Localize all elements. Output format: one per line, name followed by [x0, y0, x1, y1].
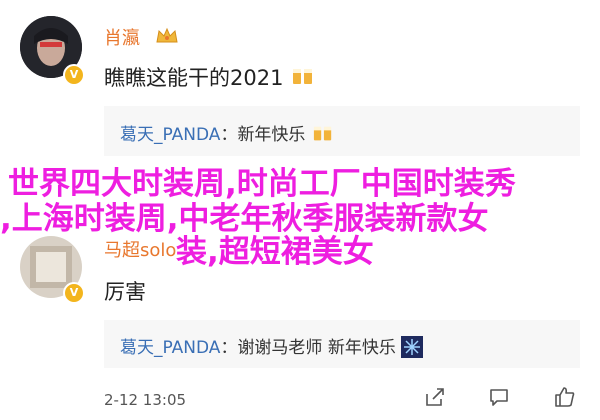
reply-text: 新年快乐 — [237, 125, 306, 145]
reply-box[interactable]: 葛天_PANDA：新年快乐 — [104, 106, 580, 156]
firework-emoji-icon — [400, 335, 423, 362]
overlay-title-line-3: 装,超短裙美女 — [176, 234, 374, 270]
crown-icon — [155, 27, 179, 49]
reply-line: 葛天_PANDA：谢谢马老师 新年快乐 — [120, 333, 423, 362]
like-icon[interactable] — [553, 385, 577, 413]
comment-username[interactable]: 马超solo — [104, 236, 176, 262]
comment-username[interactable]: 肖瀛 — [104, 24, 140, 50]
share-icon[interactable] — [424, 386, 446, 412]
cheers-emoji-icon — [290, 66, 316, 93]
reply-box[interactable]: 葛天_PANDA：谢谢马老师 新年快乐 — [104, 320, 580, 368]
reply-username[interactable]: 葛天_PANDA — [120, 125, 220, 145]
reply-username[interactable]: 葛天_PANDA — [120, 338, 220, 358]
reply-line: 葛天_PANDA：新年快乐 — [120, 120, 335, 148]
comment-text-content: 瞧瞧这能干的2021 — [104, 66, 284, 90]
comment-timestamp: 2-12 13:05 — [104, 391, 187, 409]
verified-badge-icon: V — [63, 282, 85, 304]
comment-text: 厉害 — [104, 280, 146, 304]
comment-text: 瞧瞧这能干的2021 — [104, 62, 316, 93]
reply-text: 谢谢马老师 新年快乐 — [237, 338, 396, 358]
verified-badge-icon: V — [63, 64, 85, 86]
comment-icon[interactable] — [488, 386, 510, 412]
overlay-title-line-1: 世界四大时装周,时尚工厂中国时装秀 — [8, 166, 516, 202]
cheers-emoji-icon — [311, 124, 335, 148]
